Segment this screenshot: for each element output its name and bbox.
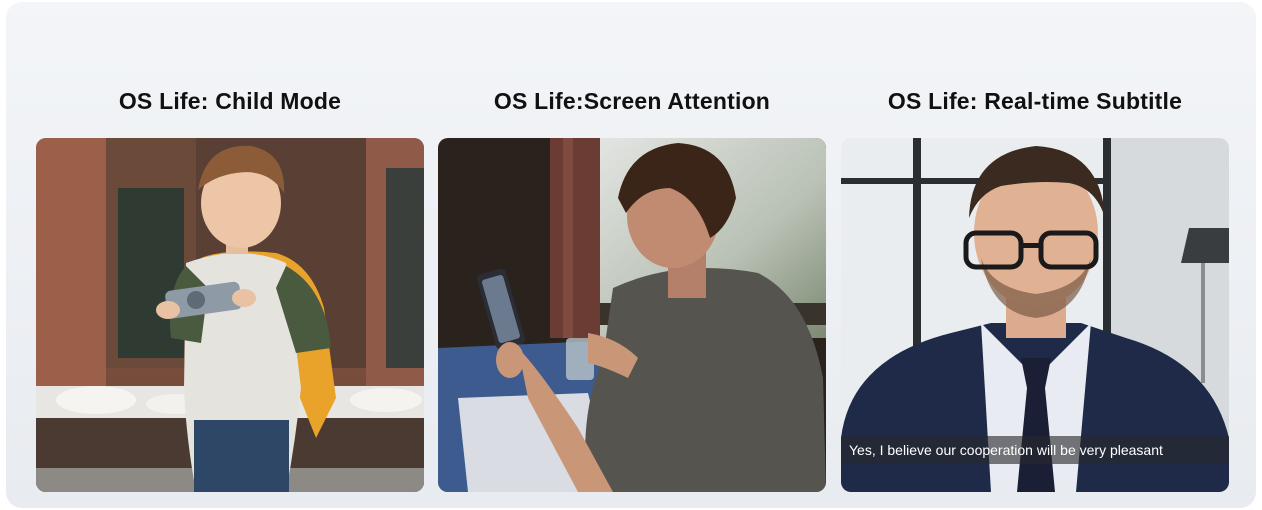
man-phone-illustration xyxy=(438,138,826,492)
card-title-child-mode: OS Life: Child Mode xyxy=(118,88,342,114)
feature-card-real-time-subtitle: OS Life: Real-time Subtitle Yes, I belie… xyxy=(841,2,1229,508)
real-time-subtitle-caption: Yes, I believe our cooperation will be v… xyxy=(841,436,1229,464)
feature-panel: OS Life: Child Mode OS Life:Screen Atten… xyxy=(6,2,1256,508)
feature-card-child-mode: OS Life: Child Mode xyxy=(36,2,424,508)
card-title-screen-attention: OS Life:Screen Attention xyxy=(493,88,771,114)
real-time-subtitle-photo: Yes, I believe our cooperation will be v… xyxy=(841,138,1229,492)
child-photo-illustration xyxy=(36,138,424,492)
card-title-real-time-subtitle: OS Life: Real-time Subtitle xyxy=(887,88,1183,114)
feature-card-screen-attention: OS Life:Screen Attention xyxy=(438,2,826,508)
screen-attention-photo xyxy=(438,138,826,492)
child-mode-photo xyxy=(36,138,424,492)
